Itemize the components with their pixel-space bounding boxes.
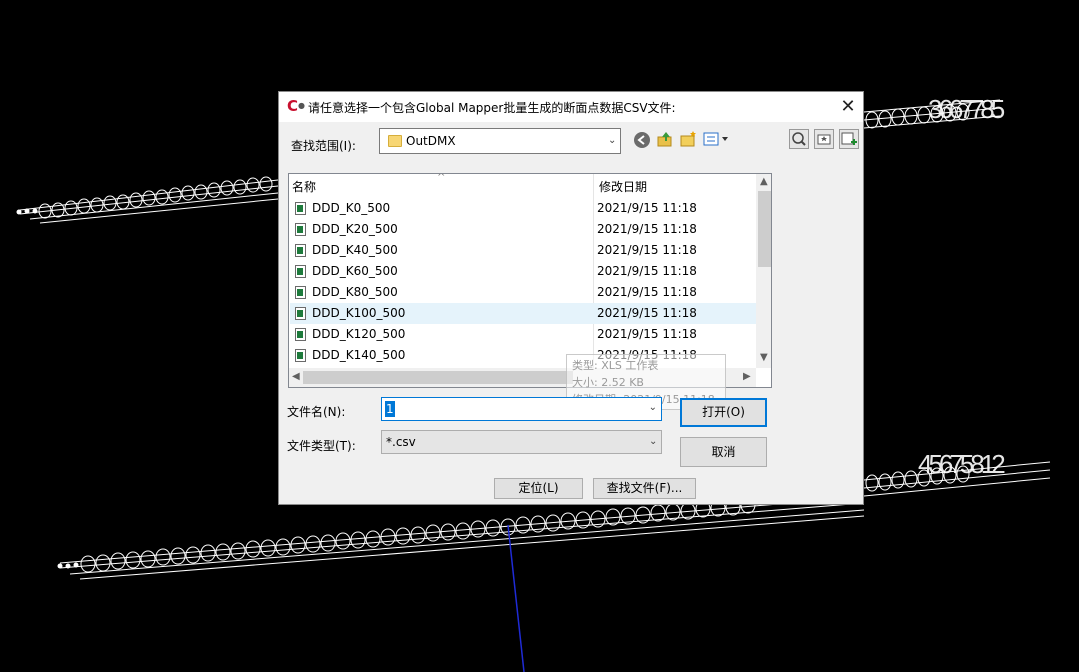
file-name: DDD_K0_500: [312, 201, 391, 215]
tooltip-type: 类型: XLS 工作表: [572, 359, 659, 372]
list-item[interactable]: DDD_K120_500 2021/9/15 11:18: [290, 324, 756, 345]
file-name: DDD_K40_500: [312, 243, 398, 257]
csv-file-icon: [295, 286, 306, 299]
preview-icon[interactable]: [789, 129, 809, 149]
filetype-value: *.csv: [386, 435, 416, 449]
file-date: 2021/9/15 11:18: [597, 264, 697, 278]
cad-label-upper: 3667785: [928, 94, 1005, 124]
file-date: 2021/9/15 11:18: [597, 327, 697, 341]
file-name: DDD_K140_500: [312, 348, 406, 362]
file-date: 2021/9/15 11:18: [597, 222, 697, 236]
look-in-value: OutDMX: [406, 134, 456, 148]
file-name: DDD_K120_500: [312, 327, 406, 341]
list-item[interactable]: DDD_K0_500 2021/9/15 11:18: [290, 198, 756, 219]
filename-value[interactable]: 1: [385, 401, 395, 417]
chevron-down-icon: ⌄: [608, 135, 617, 146]
list-item[interactable]: DDD_K40_500 2021/9/15 11:18: [290, 240, 756, 261]
scroll-left-icon[interactable]: ◀: [292, 371, 300, 382]
open-file-dialog: C● 请任意选择一个包含Global Mapper批量生成的断面点数据CSV文件…: [278, 91, 864, 505]
tooltip-size: 大小: 2.52 KB: [572, 376, 644, 389]
file-date: 2021/9/15 11:18: [597, 306, 697, 320]
file-name: DDD_K60_500: [312, 264, 398, 278]
up-folder-icon[interactable]: [656, 130, 674, 148]
tools-icon[interactable]: [814, 129, 834, 149]
locate-button[interactable]: 定位(L): [494, 478, 583, 499]
csv-file-icon: [295, 223, 306, 236]
close-button[interactable]: ✕: [833, 92, 863, 122]
csv-file-icon: [295, 202, 306, 215]
column-header-date[interactable]: 修改日期: [599, 176, 647, 198]
column-header-name[interactable]: 名称: [292, 176, 316, 198]
dialog-title: 请任意选择一个包含Global Mapper批量生成的断面点数据CSV文件:: [308, 101, 676, 115]
vertical-scrollbar[interactable]: ▲ ▼: [756, 174, 771, 368]
file-date: 2021/9/15 11:18: [597, 285, 697, 299]
cad-label-lower: 45675812: [918, 449, 1006, 479]
csv-file-icon: [295, 307, 306, 320]
app-logo-icon: C●: [287, 97, 305, 115]
file-name: DDD_K100_500: [312, 306, 406, 320]
sort-ascending-icon: ^: [437, 173, 446, 183]
back-icon[interactable]: [633, 131, 651, 149]
list-item[interactable]: DDD_K80_500 2021/9/15 11:18: [290, 282, 756, 303]
scroll-down-icon[interactable]: ▼: [760, 352, 768, 363]
list-item[interactable]: DDD_K60_500 2021/9/15 11:18: [290, 261, 756, 282]
chevron-down-icon: ⌄: [649, 436, 658, 447]
csv-file-icon: [295, 328, 306, 341]
folder-icon: [388, 135, 402, 147]
list-item[interactable]: DDD_K20_500 2021/9/15 11:18: [290, 219, 756, 240]
filetype-label: 文件类型(T):: [287, 439, 356, 453]
cancel-button[interactable]: 取消: [680, 437, 767, 467]
look-in-label: 查找范围(I):: [291, 139, 356, 153]
file-name: DDD_K80_500: [312, 285, 398, 299]
open-button[interactable]: 打开(O): [680, 398, 767, 427]
scroll-right-icon[interactable]: ▶: [743, 371, 751, 382]
file-name: DDD_K20_500: [312, 222, 398, 236]
horizontal-scroll-thumb[interactable]: [303, 371, 573, 384]
csv-file-icon: [295, 265, 306, 278]
vertical-scroll-thumb[interactable]: [758, 191, 771, 267]
axis-line-blue: [507, 524, 525, 672]
view-menu-icon[interactable]: [703, 131, 731, 147]
title-bar[interactable]: C● 请任意选择一个包含Global Mapper批量生成的断面点数据CSV文件…: [279, 92, 863, 122]
file-date: 2021/9/15 11:18: [597, 243, 697, 257]
filename-label: 文件名(N):: [287, 405, 346, 419]
new-folder-icon[interactable]: [679, 130, 697, 148]
csv-file-icon: [295, 244, 306, 257]
scroll-up-icon[interactable]: ▲: [760, 176, 768, 187]
filetype-combo[interactable]: *.csv ⌄: [381, 430, 662, 454]
filename-combo[interactable]: 1 ⌄: [381, 397, 662, 421]
list-item-hovered[interactable]: DDD_K100_500 2021/9/15 11:18: [290, 303, 756, 324]
look-in-combo[interactable]: OutDMX ⌄: [379, 128, 621, 154]
file-date: 2021/9/15 11:18: [597, 201, 697, 215]
find-file-button[interactable]: 查找文件(F)...: [593, 478, 696, 499]
csv-file-icon: [295, 349, 306, 362]
chevron-down-icon[interactable]: ⌄: [649, 402, 657, 413]
add-icon[interactable]: [839, 129, 859, 149]
